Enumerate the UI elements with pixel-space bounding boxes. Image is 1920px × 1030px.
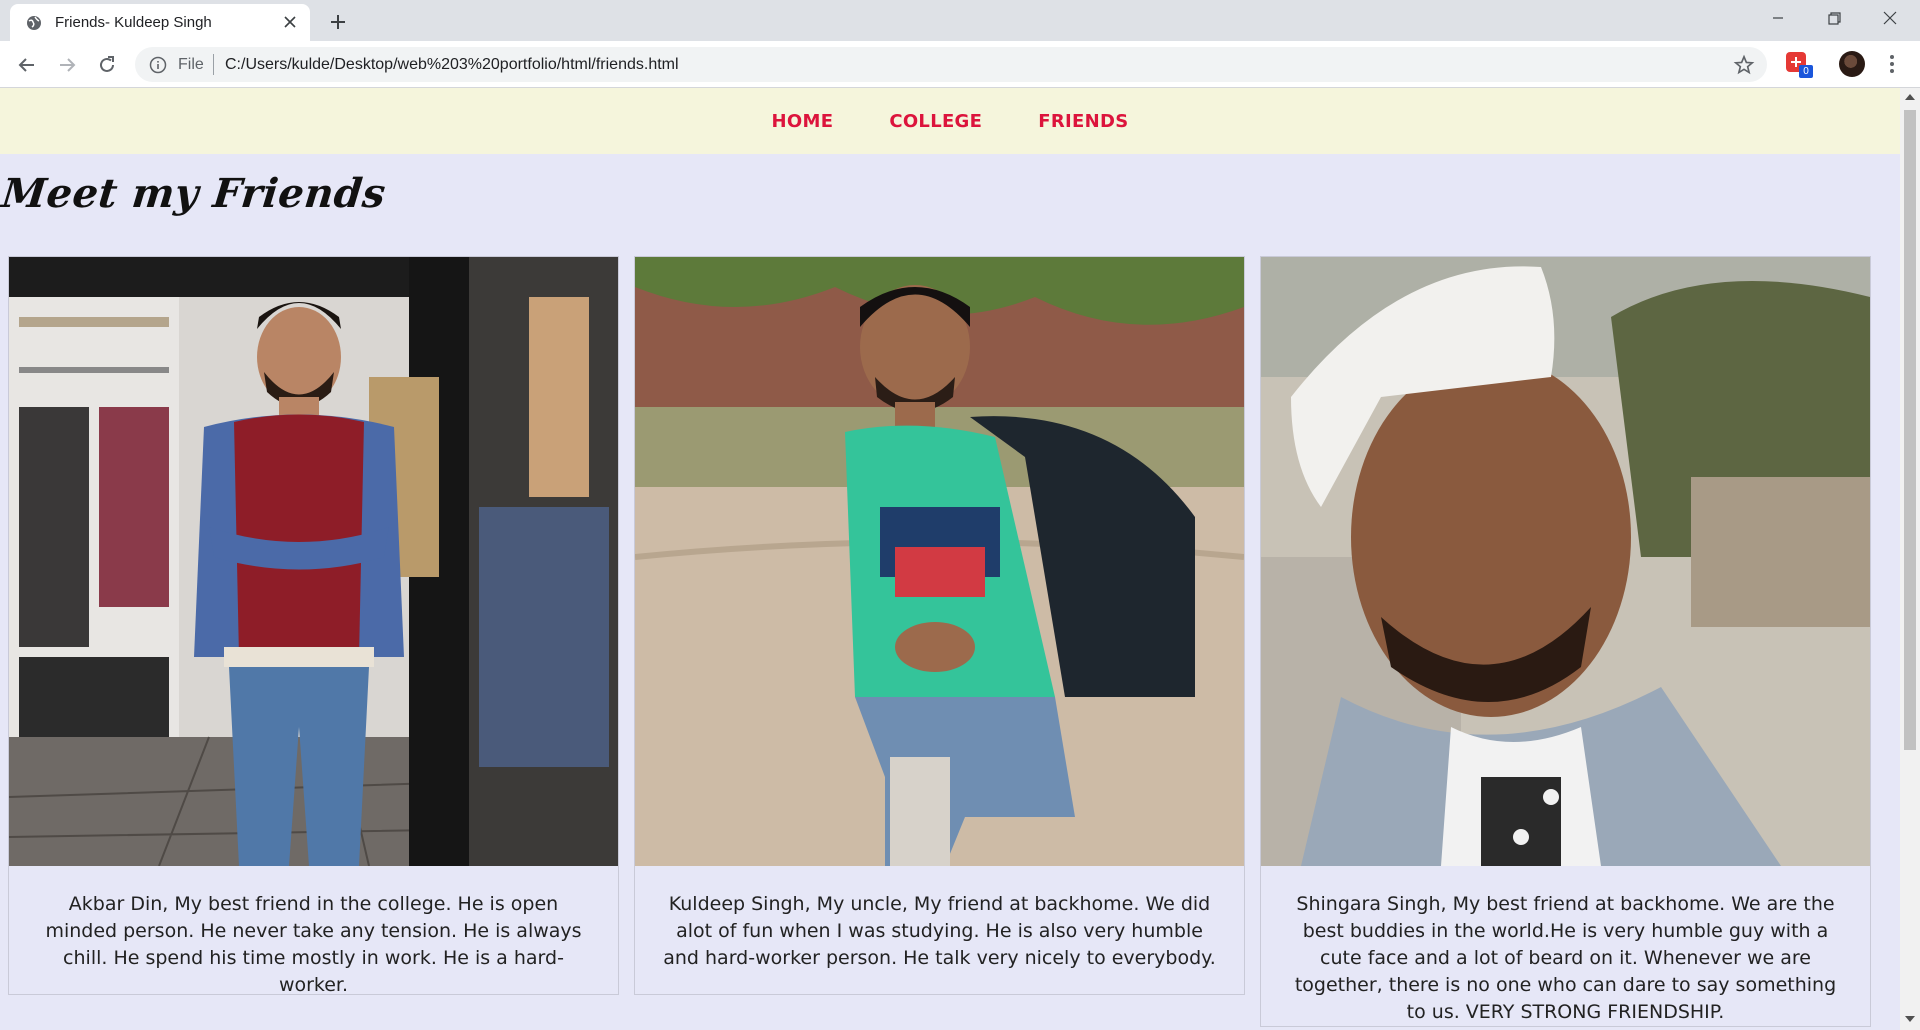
nav-friends-link[interactable]: FRIENDS	[1038, 111, 1128, 132]
back-arrow-icon[interactable]	[12, 50, 42, 80]
friend-card: Kuldeep Singh, My uncle, My friend at ba…	[634, 256, 1245, 995]
extension-badge: 0	[1799, 65, 1813, 78]
info-icon[interactable]	[149, 56, 167, 74]
reload-icon[interactable]	[92, 50, 122, 80]
site-nav: HOME COLLEGE FRIENDS	[0, 88, 1900, 154]
close-window-icon[interactable]	[1862, 0, 1918, 36]
restore-icon[interactable]	[1806, 0, 1862, 36]
friend-description: Akbar Din, My best friend in the college…	[45, 893, 582, 996]
page-title: Meet my Friends	[0, 170, 389, 217]
page-viewport: HOME COLLEGE FRIENDS Meet my Friends Akb…	[0, 88, 1900, 1030]
profile-avatar[interactable]	[1839, 51, 1865, 77]
scroll-down-arrow-icon[interactable]	[1905, 1016, 1915, 1022]
friend-description: Kuldeep Singh, My uncle, My friend at ba…	[663, 893, 1216, 969]
address-bar[interactable]: File C:/Users/kulde/Desktop/web%203%20po…	[135, 47, 1767, 82]
friend-photo-portrait	[1261, 257, 1870, 866]
close-tab-icon[interactable]	[280, 12, 300, 32]
bookmark-star-icon[interactable]	[1733, 54, 1755, 76]
page-scrollbar[interactable]	[1900, 88, 1920, 1030]
url-text[interactable]: C:/Users/kulde/Desktop/web%203%20portfol…	[225, 56, 679, 74]
url-scheme-label: File	[178, 56, 204, 73]
scroll-up-arrow-icon[interactable]	[1905, 94, 1915, 100]
friend-photo-store	[9, 257, 618, 866]
browser-toolbar: File C:/Users/kulde/Desktop/web%203%20po…	[0, 41, 1920, 88]
friend-description: Shingara Singh, My best friend at backho…	[1294, 893, 1837, 1023]
globe-icon	[27, 16, 41, 30]
scrollbar-thumb[interactable]	[1904, 110, 1916, 750]
friend-card: Akbar Din, My best friend in the college…	[8, 256, 619, 996]
url-separator	[213, 54, 214, 75]
forward-arrow-icon[interactable]	[52, 50, 82, 80]
new-tab-plus-icon[interactable]	[324, 8, 352, 36]
browser-tab[interactable]: Friends- Kuldeep Singh	[10, 4, 310, 41]
tab-title: Friends- Kuldeep Singh	[55, 14, 212, 31]
nav-home-link[interactable]: HOME	[772, 111, 834, 132]
friend-card: Shingara Singh, My best friend at backho…	[1260, 256, 1871, 1027]
extension-icon[interactable]: 0	[1785, 51, 1813, 78]
friends-grid: Akbar Din, My best friend in the college…	[8, 256, 1872, 1027]
minimize-icon[interactable]	[1750, 0, 1806, 36]
friend-photo-park	[635, 257, 1244, 866]
nav-college-link[interactable]: COLLEGE	[889, 111, 982, 132]
browser-menu-icon[interactable]	[1882, 51, 1902, 77]
browser-tab-strip: Friends- Kuldeep Singh	[0, 0, 1920, 41]
